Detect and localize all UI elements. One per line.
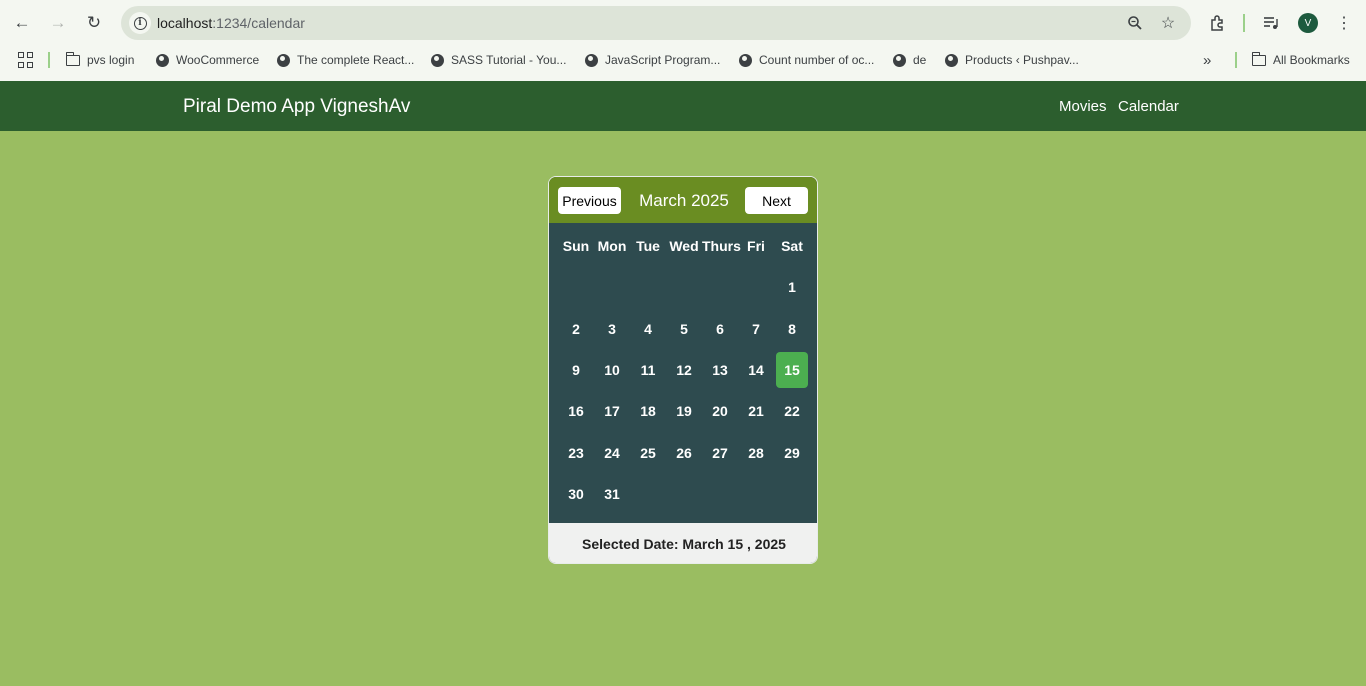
bookmark-label: JavaScript Program... bbox=[605, 53, 721, 67]
calendar-day[interactable]: 11 bbox=[632, 352, 664, 388]
all-bookmarks-label: All Bookmarks bbox=[1273, 53, 1350, 67]
url-text[interactable]: localhost:1234/calendar bbox=[157, 15, 305, 31]
globe-icon bbox=[944, 53, 958, 67]
app-brand[interactable]: Piral Demo App VigneshAv bbox=[183, 96, 410, 118]
profile-avatar[interactable]: V bbox=[1298, 13, 1318, 33]
toolbar-divider bbox=[1243, 14, 1245, 32]
calendar-day[interactable]: 28 bbox=[740, 435, 772, 471]
calendar-day[interactable]: 31 bbox=[596, 476, 628, 512]
bookmark-label: Products ‹ Pushpav... bbox=[965, 53, 1079, 67]
bookmark-label: SASS Tutorial - You... bbox=[451, 53, 567, 67]
calendar-day[interactable]: 26 bbox=[668, 435, 700, 471]
nav-link-calendar[interactable]: Calendar bbox=[1118, 98, 1179, 115]
calendar-widget: March 2025 Previous Next Sun Mon Tue Wed Thu… bbox=[548, 176, 818, 564]
extensions-icon[interactable] bbox=[1206, 11, 1230, 35]
bookmark-label: The complete React... bbox=[297, 53, 415, 67]
apps-grid-icon[interactable] bbox=[18, 52, 34, 68]
reload-icon[interactable]: ↻ bbox=[82, 11, 106, 35]
weekday-header: Sat bbox=[781, 238, 803, 254]
folder-icon bbox=[65, 51, 80, 67]
more-bookmarks-chevron-icon[interactable]: » bbox=[1203, 50, 1211, 70]
calendar-day[interactable]: 8 bbox=[776, 311, 808, 347]
calendar-day[interactable]: 7 bbox=[740, 311, 772, 347]
globe-icon bbox=[155, 53, 169, 67]
calendar-day[interactable]: 4 bbox=[632, 311, 664, 347]
bookmark-label: Count number of oc... bbox=[759, 53, 875, 67]
bookmark-react[interactable]: The complete React... bbox=[276, 50, 414, 70]
selected-date-text: Selected Date: March 15 , 2025 bbox=[549, 523, 817, 563]
bookmark-label: pvs login bbox=[87, 53, 135, 67]
weekday-header: Tue bbox=[636, 238, 660, 254]
calendar-day[interactable]: 13 bbox=[704, 352, 736, 388]
calendar-day[interactable]: 29 bbox=[776, 435, 808, 471]
browser-toolbar: ← → ↻ i localhost:1234/calendar ☆ V ⋮ bbox=[0, 0, 1366, 46]
calendar-day[interactable]: 12 bbox=[668, 352, 700, 388]
calendar-grid: Sun Mon Tue Wed Thurs Fri Sat 1 2 3 4 5 6 7 8 9 10 11 12 13… bbox=[549, 223, 817, 523]
back-arrow-icon[interactable]: ← bbox=[10, 11, 34, 35]
calendar-day[interactable]: 23 bbox=[560, 435, 592, 471]
bookmarks-divider bbox=[48, 52, 50, 68]
calendar-day[interactable]: 21 bbox=[740, 393, 772, 429]
globe-icon bbox=[584, 53, 598, 67]
address-bar[interactable]: i localhost:1234/calendar ☆ bbox=[121, 6, 1191, 40]
bookmark-label: WooCommerce bbox=[176, 53, 260, 67]
menu-kebab-icon[interactable]: ⋮ bbox=[1332, 11, 1356, 35]
bookmark-products[interactable]: Products ‹ Pushpav... bbox=[944, 50, 1079, 70]
previous-month-button[interactable]: Previous bbox=[558, 187, 621, 214]
bookmark-de[interactable]: de bbox=[892, 50, 926, 70]
calendar-day[interactable]: 3 bbox=[596, 311, 628, 347]
calendar-day[interactable]: 24 bbox=[596, 435, 628, 471]
nav-link-movies[interactable]: Movies bbox=[1059, 98, 1107, 115]
calendar-day[interactable]: 1 bbox=[776, 269, 808, 305]
weekday-header: Mon bbox=[597, 238, 627, 254]
weekday-header: Wed bbox=[669, 238, 699, 254]
calendar-day[interactable]: 5 bbox=[668, 311, 700, 347]
bookmark-woocommerce[interactable]: WooCommerce bbox=[155, 50, 259, 70]
forward-arrow-icon[interactable]: → bbox=[46, 11, 70, 35]
url-host: localhost bbox=[157, 15, 213, 31]
calendar-day[interactable]: 19 bbox=[668, 393, 700, 429]
url-path: :1234/calendar bbox=[212, 15, 305, 31]
calendar-header: March 2025 Previous Next bbox=[549, 177, 817, 223]
calendar-day[interactable]: 25 bbox=[632, 435, 664, 471]
calendar-day[interactable]: 18 bbox=[632, 393, 664, 429]
calendar-day[interactable]: 17 bbox=[596, 393, 628, 429]
media-control-icon[interactable] bbox=[1259, 11, 1283, 35]
calendar-day[interactable]: 6 bbox=[704, 311, 736, 347]
app-header: Piral Demo App VigneshAv Movies Calendar bbox=[0, 81, 1366, 131]
bookmark-star-icon[interactable]: ☆ bbox=[1158, 13, 1178, 33]
zoom-icon[interactable] bbox=[1125, 13, 1145, 33]
site-info-icon[interactable]: i bbox=[129, 12, 151, 34]
globe-icon bbox=[738, 53, 752, 67]
calendar-day[interactable]: 30 bbox=[560, 476, 592, 512]
calendar-day[interactable]: 27 bbox=[704, 435, 736, 471]
globe-icon bbox=[276, 53, 290, 67]
weekday-header: Thurs bbox=[702, 238, 741, 254]
globe-icon bbox=[892, 53, 906, 67]
calendar-day[interactable]: 16 bbox=[560, 393, 592, 429]
calendar-day[interactable]: 14 bbox=[740, 352, 772, 388]
calendar-day[interactable]: 22 bbox=[776, 393, 808, 429]
globe-icon bbox=[430, 53, 444, 67]
next-month-button[interactable]: Next bbox=[745, 187, 808, 214]
bookmark-label: de bbox=[913, 53, 927, 67]
calendar-day[interactable]: 2 bbox=[560, 311, 592, 347]
bookmark-pvs-login[interactable]: pvs login bbox=[65, 50, 135, 70]
calendar-day-selected[interactable]: 15 bbox=[776, 352, 808, 388]
weekday-header: Sun bbox=[562, 238, 590, 254]
bookmark-sass[interactable]: SASS Tutorial - You... bbox=[430, 50, 566, 70]
weekday-header: Fri bbox=[747, 238, 765, 254]
folder-icon bbox=[1251, 51, 1266, 67]
all-bookmarks[interactable]: All Bookmarks bbox=[1251, 50, 1350, 70]
calendar-day[interactable]: 10 bbox=[596, 352, 628, 388]
bookmark-javascript[interactable]: JavaScript Program... bbox=[584, 50, 720, 70]
calendar-day[interactable]: 9 bbox=[560, 352, 592, 388]
bookmarks-divider-right bbox=[1235, 52, 1237, 68]
bookmark-count[interactable]: Count number of oc... bbox=[738, 50, 874, 70]
calendar-day[interactable]: 20 bbox=[704, 393, 736, 429]
